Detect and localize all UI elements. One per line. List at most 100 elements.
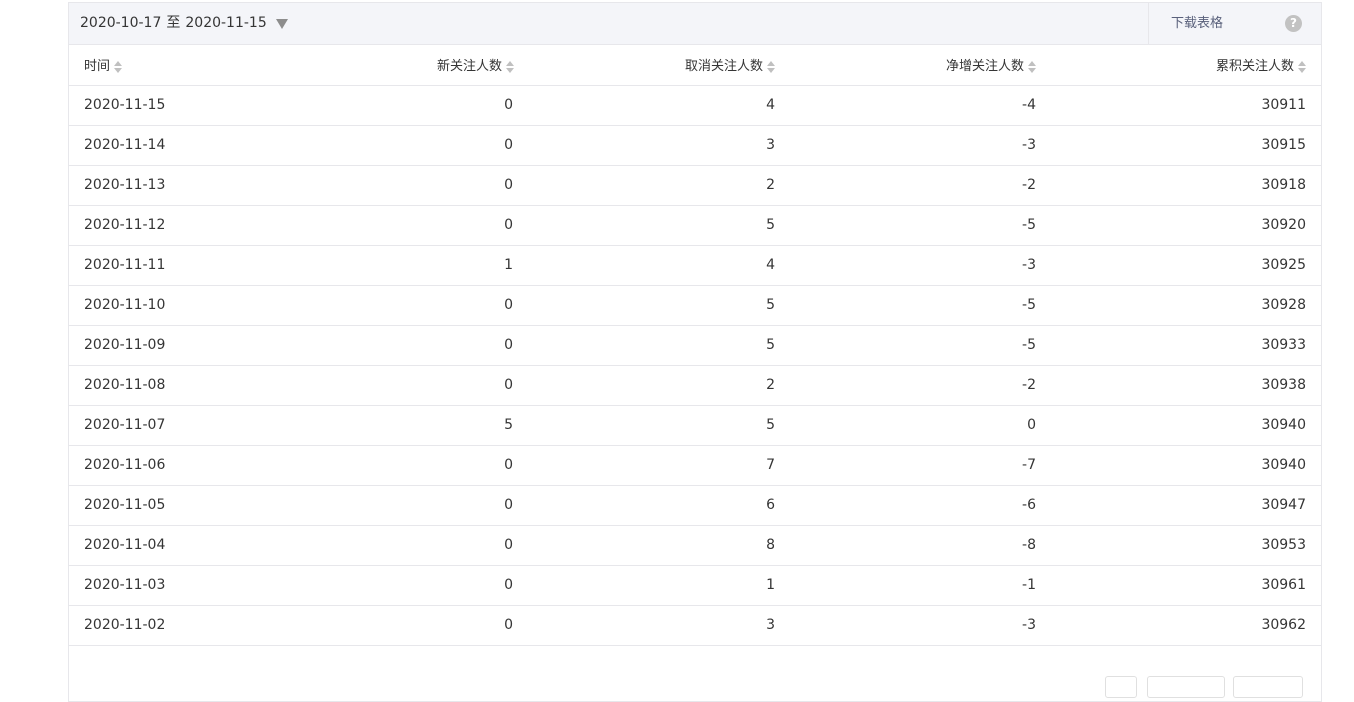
cell-cumulative: 30940 xyxy=(1054,405,1321,446)
header-unfollows[interactable]: 取消关注人数 xyxy=(524,45,789,86)
table-row: 2020-11-13 0 2 -2 30918 xyxy=(69,165,1321,206)
sort-icon[interactable] xyxy=(1028,60,1036,73)
header-label: 取消关注人数 xyxy=(684,59,763,75)
header-label: 净增关注人数 xyxy=(945,59,1024,75)
cell-new-followers: 0 xyxy=(269,525,524,566)
cell-net-growth: -5 xyxy=(789,325,1054,366)
cell-cumulative: 30947 xyxy=(1054,485,1321,526)
cell-date: 2020-11-09 xyxy=(69,325,269,366)
cell-date: 2020-11-04 xyxy=(69,525,269,566)
cell-unfollows: 2 xyxy=(524,165,789,206)
table-row: 2020-11-14 0 3 -3 30915 xyxy=(69,125,1321,166)
cell-net-growth: -4 xyxy=(789,85,1054,126)
cell-date: 2020-11-10 xyxy=(69,285,269,326)
cell-net-growth: -3 xyxy=(789,125,1054,166)
cell-net-growth: -8 xyxy=(789,525,1054,566)
cell-unfollows: 5 xyxy=(524,405,789,446)
table-row: 2020-11-02 0 3 -3 30962 xyxy=(69,605,1321,646)
sort-icon[interactable] xyxy=(767,60,775,73)
cell-new-followers: 0 xyxy=(269,85,524,126)
table-row: 2020-11-08 0 2 -2 30938 xyxy=(69,365,1321,406)
cell-cumulative: 30928 xyxy=(1054,285,1321,326)
table-row: 2020-11-12 0 5 -5 30920 xyxy=(69,205,1321,246)
cell-net-growth: -7 xyxy=(789,445,1054,486)
header-net-growth[interactable]: 净增关注人数 xyxy=(789,45,1054,86)
cell-cumulative: 30915 xyxy=(1054,125,1321,166)
cell-date: 2020-11-07 xyxy=(69,405,269,446)
cell-net-growth: -2 xyxy=(789,365,1054,406)
cell-new-followers: 0 xyxy=(269,125,524,166)
cell-date: 2020-11-06 xyxy=(69,445,269,486)
table-row: 2020-11-11 1 4 -3 30925 xyxy=(69,245,1321,286)
table-row: 2020-11-07 5 5 0 30940 xyxy=(69,405,1321,446)
cell-new-followers: 0 xyxy=(269,565,524,606)
pagination-button[interactable] xyxy=(1147,676,1225,698)
cell-unfollows: 5 xyxy=(524,285,789,326)
cell-unfollows: 2 xyxy=(524,365,789,406)
sort-icon[interactable] xyxy=(1298,60,1306,73)
date-start: 2020-10-17 xyxy=(80,15,162,31)
header-label: 新关注人数 xyxy=(436,59,502,75)
cell-date: 2020-11-15 xyxy=(69,85,269,126)
cell-cumulative: 30961 xyxy=(1054,565,1321,606)
table-row: 2020-11-06 0 7 -7 30940 xyxy=(69,445,1321,486)
table-header-row: 时间 新关注人数 取消关注人数 净增关注人数 累积关注人数 xyxy=(69,45,1321,86)
cell-new-followers: 0 xyxy=(269,325,524,366)
cell-new-followers: 0 xyxy=(269,445,524,486)
cell-date: 2020-11-14 xyxy=(69,125,269,166)
cell-date: 2020-11-13 xyxy=(69,165,269,206)
date-range-selector[interactable]: 2020-10-17 至 2020-11-15 xyxy=(80,3,288,44)
cell-new-followers: 5 xyxy=(269,405,524,446)
header-cumulative[interactable]: 累积关注人数 xyxy=(1054,45,1321,86)
cell-unfollows: 5 xyxy=(524,205,789,246)
caret-down-icon xyxy=(275,19,288,29)
cell-new-followers: 0 xyxy=(269,605,524,646)
header-label: 累积关注人数 xyxy=(1215,59,1294,75)
header-new-followers[interactable]: 新关注人数 xyxy=(269,45,524,86)
cell-unfollows: 4 xyxy=(524,245,789,286)
cell-cumulative: 30933 xyxy=(1054,325,1321,366)
date-end: 2020-11-15 xyxy=(185,15,267,31)
cell-date: 2020-11-08 xyxy=(69,365,269,406)
pagination-button[interactable] xyxy=(1233,676,1303,698)
cell-cumulative: 30953 xyxy=(1054,525,1321,566)
cell-unfollows: 1 xyxy=(524,565,789,606)
cell-net-growth: 0 xyxy=(789,405,1054,446)
cell-net-growth: -3 xyxy=(789,245,1054,286)
cell-cumulative: 30940 xyxy=(1054,445,1321,486)
sort-icon[interactable] xyxy=(114,60,123,73)
help-icon[interactable]: ? xyxy=(1285,15,1302,32)
data-table: 时间 新关注人数 取消关注人数 净增关注人数 累积关注人数 2020-11-15… xyxy=(69,45,1321,646)
cell-net-growth: -5 xyxy=(789,285,1054,326)
cell-unfollows: 8 xyxy=(524,525,789,566)
cell-date: 2020-11-05 xyxy=(69,485,269,526)
cell-cumulative: 30920 xyxy=(1054,205,1321,246)
cell-unfollows: 6 xyxy=(524,485,789,526)
cell-new-followers: 1 xyxy=(269,245,524,286)
pagination-button[interactable] xyxy=(1105,676,1137,698)
cell-cumulative: 30918 xyxy=(1054,165,1321,206)
cell-date: 2020-11-02 xyxy=(69,605,269,646)
cell-date: 2020-11-12 xyxy=(69,205,269,246)
cell-new-followers: 0 xyxy=(269,365,524,406)
cell-cumulative: 30925 xyxy=(1054,245,1321,286)
cell-unfollows: 5 xyxy=(524,325,789,366)
table-row: 2020-11-05 0 6 -6 30947 xyxy=(69,485,1321,526)
header-time[interactable]: 时间 xyxy=(69,45,269,86)
table-row: 2020-11-09 0 5 -5 30933 xyxy=(69,325,1321,366)
header-label: 时间 xyxy=(84,59,111,75)
cell-net-growth: -6 xyxy=(789,485,1054,526)
date-separator: 至 xyxy=(166,15,181,31)
cell-new-followers: 0 xyxy=(269,285,524,326)
cell-unfollows: 4 xyxy=(524,85,789,126)
cell-net-growth: -2 xyxy=(789,165,1054,206)
table-row: 2020-11-10 0 5 -5 30928 xyxy=(69,285,1321,326)
cell-date: 2020-11-03 xyxy=(69,565,269,606)
sort-icon[interactable] xyxy=(506,60,514,73)
download-table-button[interactable]: 下载表格 xyxy=(1148,3,1245,44)
cell-net-growth: -5 xyxy=(789,205,1054,246)
cell-cumulative: 30962 xyxy=(1054,605,1321,646)
cell-new-followers: 0 xyxy=(269,205,524,246)
cell-new-followers: 0 xyxy=(269,485,524,526)
cell-net-growth: -3 xyxy=(789,605,1054,646)
